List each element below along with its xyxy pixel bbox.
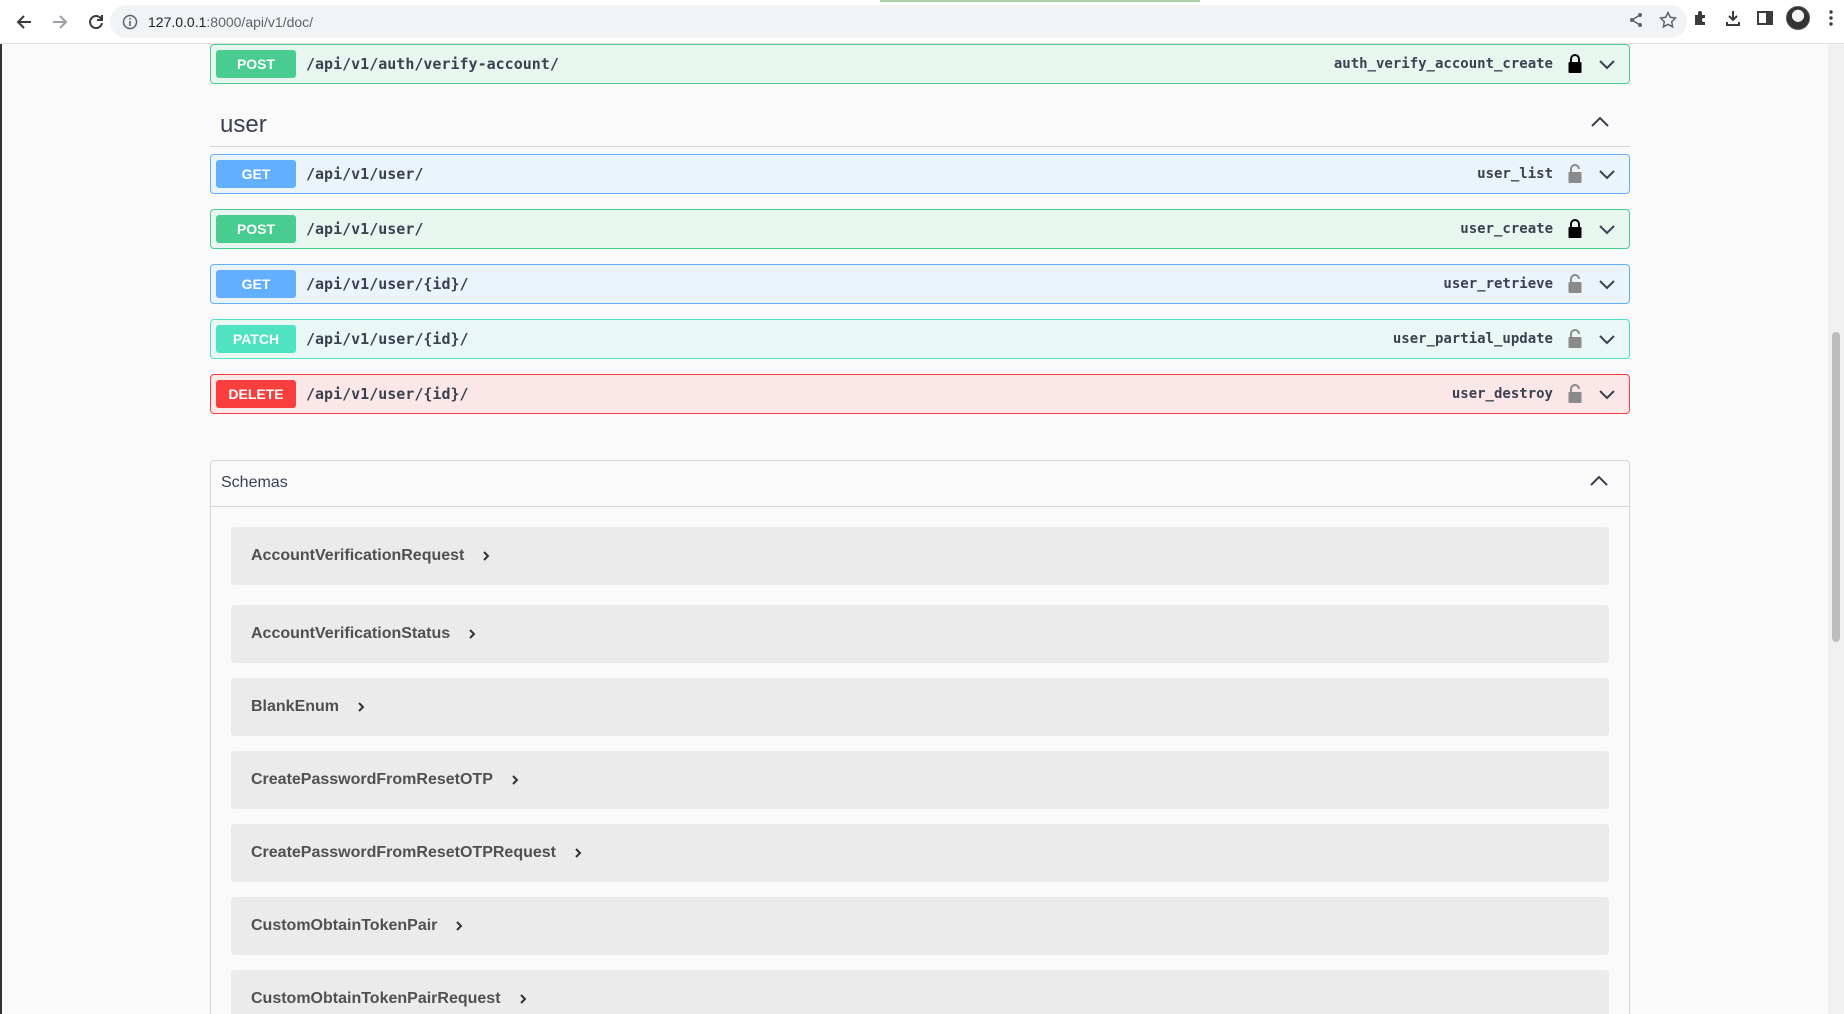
schema-model[interactable]: AccountVerificationStatus <box>231 605 1609 663</box>
operation-id: user_destroy <box>1451 386 1553 402</box>
operation-id: auth_verify_account_create <box>1333 56 1553 72</box>
forward-icon[interactable] <box>44 6 76 38</box>
operation-user-retrieve[interactable]: GET /api/v1/user/{id}/ user_retrieve <box>210 264 1630 304</box>
page-load-indicator <box>880 0 1200 2</box>
chevron-down-icon[interactable] <box>1597 220 1617 240</box>
method-badge: GET <box>216 270 296 298</box>
url-path: :8000/api/v1/doc/ <box>206 13 314 30</box>
operation-path: /api/v1/user/ <box>306 165 424 183</box>
reload-icon[interactable] <box>80 6 112 38</box>
chevron-right-icon[interactable] <box>511 773 521 787</box>
profile-avatar[interactable] <box>1786 6 1810 30</box>
schema-name: CustomObtainTokenPairRequest <box>251 990 501 1007</box>
tag-title: user <box>220 111 267 138</box>
method-badge: GET <box>216 160 296 188</box>
operation-id: user_partial_update <box>1392 331 1553 347</box>
scrollbar-thumb[interactable] <box>1832 332 1840 642</box>
address-bar[interactable]: 127.0.0.1:8000/api/v1/doc/ <box>110 5 1687 38</box>
method-badge: DELETE <box>216 380 296 408</box>
schema-model[interactable]: CreatePasswordFromResetOTPRequest <box>231 824 1609 882</box>
schema-model[interactable]: AccountVerificationRequest <box>231 527 1609 585</box>
schema-model[interactable]: CustomObtainTokenPairRequest <box>231 970 1609 1014</box>
operation-user-list[interactable]: GET /api/v1/user/ user_list <box>210 154 1630 194</box>
operation-id: user_retrieve <box>1443 276 1553 292</box>
chevron-right-icon[interactable] <box>455 919 465 933</box>
chevron-right-icon[interactable] <box>357 700 367 714</box>
bookmark-star-icon[interactable] <box>1658 10 1678 34</box>
chevron-down-icon[interactable] <box>1597 385 1617 405</box>
url-host: 127.0.0.1 <box>148 13 207 30</box>
schema-name: CustomObtainTokenPair <box>251 917 438 934</box>
method-badge: POST <box>216 215 296 243</box>
operation-path: /api/v1/user/{id}/ <box>306 385 469 403</box>
lock-open-icon[interactable] <box>1567 383 1583 405</box>
page-viewport: POST /api/v1/auth/verify-account/ auth_v… <box>0 44 1844 1014</box>
schemas-section: Schemas AccountVerificationRequest Accou… <box>210 460 1630 1014</box>
schema-model[interactable]: CreatePasswordFromResetOTP <box>231 751 1609 809</box>
lock-closed-icon[interactable] <box>1567 218 1583 240</box>
download-icon[interactable] <box>1722 7 1744 29</box>
chevron-down-icon[interactable] <box>1597 165 1617 185</box>
operation-id: user_create <box>1460 221 1553 237</box>
operation-user-partial-update[interactable]: PATCH /api/v1/user/{id}/ user_partial_up… <box>210 319 1630 359</box>
schema-name: AccountVerificationRequest <box>251 547 465 564</box>
tag-section-header[interactable]: user <box>210 99 1630 147</box>
page-scrollbar[interactable] <box>1828 44 1844 1014</box>
chevron-down-icon[interactable] <box>1597 275 1617 295</box>
schemas-header[interactable]: Schemas <box>211 461 1629 507</box>
back-icon[interactable] <box>8 6 40 38</box>
schema-model[interactable]: BlankEnum <box>231 678 1609 736</box>
operation-path: /api/v1/user/ <box>306 220 424 238</box>
lock-open-icon[interactable] <box>1567 328 1583 350</box>
operation-auth-verify-account[interactable]: POST /api/v1/auth/verify-account/ auth_v… <box>210 44 1630 84</box>
chevron-right-icon[interactable] <box>519 992 529 1006</box>
schema-name: AccountVerificationStatus <box>251 625 451 642</box>
browser-toolbar: 127.0.0.1:8000/api/v1/doc/ <box>0 0 1844 44</box>
operation-user-destroy[interactable]: DELETE /api/v1/user/{id}/ user_destroy <box>210 374 1630 414</box>
operation-path: /api/v1/user/{id}/ <box>306 275 469 293</box>
operation-path: /api/v1/user/{id}/ <box>306 330 469 348</box>
chevron-up-icon[interactable] <box>1589 474 1609 488</box>
chevron-right-icon[interactable] <box>574 846 584 860</box>
lock-closed-icon[interactable] <box>1567 53 1583 75</box>
browser-menu-icon[interactable] <box>1820 7 1842 29</box>
schema-name: CreatePasswordFromResetOTP <box>251 771 493 788</box>
method-badge: PATCH <box>216 325 296 353</box>
chevron-down-icon[interactable] <box>1597 330 1617 350</box>
schemas-title: Schemas <box>221 474 288 491</box>
schema-name: CreatePasswordFromResetOTPRequest <box>251 844 556 861</box>
side-panel-icon[interactable] <box>1754 7 1776 29</box>
chevron-right-icon[interactable] <box>482 549 492 563</box>
window-edge <box>0 44 2 1014</box>
operation-user-create[interactable]: POST /api/v1/user/ user_create <box>210 209 1630 249</box>
chevron-down-icon[interactable] <box>1597 55 1617 75</box>
operation-id: user_list <box>1477 166 1553 182</box>
chevron-right-icon[interactable] <box>468 627 478 641</box>
address-url[interactable]: 127.0.0.1:8000/api/v1/doc/ <box>148 14 313 30</box>
lock-open-icon[interactable] <box>1567 163 1583 185</box>
method-badge: POST <box>216 50 296 78</box>
schema-name: BlankEnum <box>251 698 340 715</box>
chevron-up-icon[interactable] <box>1590 115 1610 129</box>
lock-open-icon[interactable] <box>1567 273 1583 295</box>
schema-model[interactable]: CustomObtainTokenPair <box>231 897 1609 955</box>
operation-path: /api/v1/auth/verify-account/ <box>306 55 559 73</box>
site-info-icon[interactable] <box>120 14 140 30</box>
extensions-puzzle-icon[interactable] <box>1690 7 1712 29</box>
share-icon[interactable] <box>1627 11 1645 34</box>
